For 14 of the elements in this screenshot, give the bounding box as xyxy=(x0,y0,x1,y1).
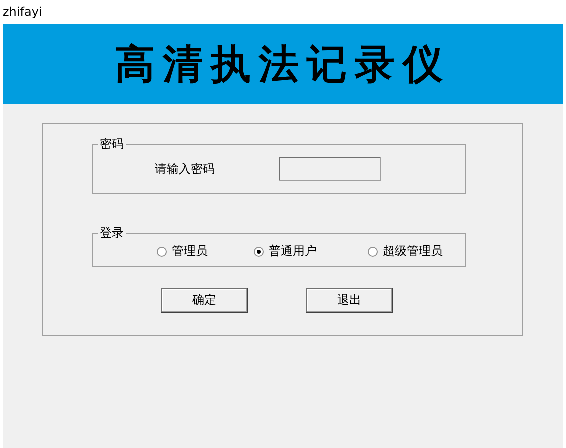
password-field[interactable] xyxy=(279,157,381,181)
radio-option[interactable]: 管理员 xyxy=(157,243,254,260)
group-legend: 密码 xyxy=(98,137,126,151)
radio-button[interactable] xyxy=(254,246,264,256)
group-legend: 登录 xyxy=(98,226,126,240)
banner-title: 高清执法记录仪 xyxy=(115,40,451,90)
radio-option[interactable]: 普通用户 xyxy=(254,243,368,260)
radio-button[interactable] xyxy=(368,246,378,256)
exit-button[interactable]: 退出 xyxy=(306,288,393,313)
radio-option[interactable]: 超级管理员 xyxy=(368,243,443,260)
confirm-button[interactable]: 确定 xyxy=(161,288,248,313)
window-title: zhifayi xyxy=(3,5,42,19)
radio-button[interactable] xyxy=(157,246,167,256)
password-label: 请输入密码 xyxy=(155,160,216,178)
